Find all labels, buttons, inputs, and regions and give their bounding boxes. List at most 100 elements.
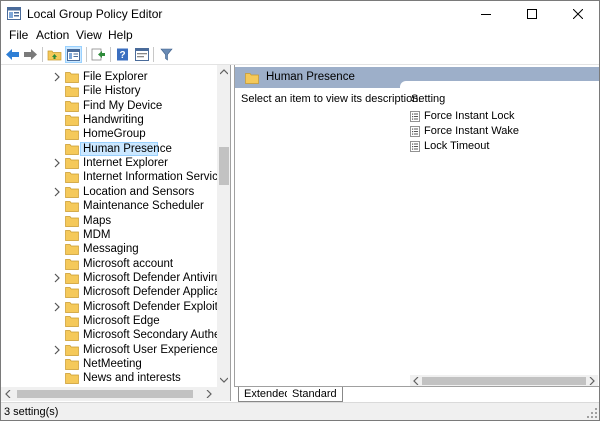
tree-item[interactable]: Microsoft account xyxy=(1,257,217,271)
export-list-icon xyxy=(91,48,105,61)
scroll-right-icon[interactable] xyxy=(588,377,596,385)
tree-item[interactable]: Messaging xyxy=(1,242,217,256)
export-list-button[interactable] xyxy=(90,46,107,63)
maximize-button[interactable] xyxy=(509,1,555,26)
menu-action[interactable]: Action xyxy=(36,28,69,42)
folder-icon xyxy=(65,72,79,83)
tree-item[interactable]: Human Presence xyxy=(1,141,217,156)
chevron-right-icon[interactable] xyxy=(52,157,62,169)
tree-item-label: Handwriting xyxy=(83,114,144,127)
tree-item[interactable]: Microsoft Defender Application Guard xyxy=(1,285,217,299)
folder-icon xyxy=(65,301,79,313)
filter-button[interactable] xyxy=(158,46,175,63)
back-arrow-icon xyxy=(6,49,19,60)
group-policy-app-icon xyxy=(7,7,21,20)
chevron-right-icon[interactable] xyxy=(52,186,62,198)
show-hide-tree-button[interactable] xyxy=(65,46,82,63)
tree-item[interactable]: File History xyxy=(1,84,217,98)
tree-item[interactable]: News and interests xyxy=(1,371,217,385)
menu-bar: File Action View Help xyxy=(1,26,599,45)
back-button[interactable] xyxy=(4,46,21,63)
up-one-level-button[interactable] xyxy=(46,46,63,63)
details-header-title: Human Presence xyxy=(266,71,355,83)
tree-item[interactable]: Handwriting xyxy=(1,113,217,127)
details-pane: Human Presence Select an item to view it… xyxy=(234,65,599,401)
tree-item[interactable]: Internet Explorer xyxy=(1,156,217,170)
tree-item-label: Microsoft account xyxy=(83,257,174,270)
tree-item-label: NetMeeting xyxy=(83,358,142,370)
tree-item-label: Location and Sensors xyxy=(83,185,195,198)
folder-icon xyxy=(65,258,79,270)
title-bar[interactable]: Local Group Policy Editor xyxy=(1,1,599,26)
folder-icon xyxy=(245,73,259,84)
scroll-corner xyxy=(217,387,230,401)
menu-view[interactable]: View xyxy=(76,28,102,42)
tree-item-label: Internet Information Services xyxy=(83,171,217,184)
tree-item[interactable]: Microsoft User Experience Virtualization xyxy=(1,343,217,357)
scroll-left-icon[interactable] xyxy=(412,377,420,385)
tree-item[interactable]: Location and Sensors xyxy=(1,185,217,199)
scroll-down-icon[interactable] xyxy=(220,376,228,384)
tree-item-label: Microsoft Defender Antivirus xyxy=(83,271,217,284)
menu-help[interactable]: Help xyxy=(108,28,133,42)
status-text: 3 setting(s) xyxy=(4,406,59,418)
chevron-right-icon[interactable] xyxy=(52,272,62,284)
tree-item-label: Maps xyxy=(83,214,112,227)
chevron-right-icon[interactable] xyxy=(52,301,62,313)
close-button[interactable] xyxy=(555,1,599,26)
properties-button[interactable] xyxy=(133,46,150,63)
chevron-right-icon[interactable] xyxy=(52,71,62,83)
folder-icon xyxy=(65,86,79,98)
setting-row[interactable]: Force Instant Wake xyxy=(410,124,590,139)
forward-button[interactable] xyxy=(22,46,39,63)
tree-item[interactable]: MDM xyxy=(1,228,217,242)
policy-setting-icon xyxy=(410,111,420,122)
app-window: Local Group Policy Editor File Action Vi… xyxy=(0,0,600,421)
description-text: Select an item to view its description. xyxy=(241,93,422,105)
policy-setting-icon xyxy=(410,141,420,152)
folder-icon xyxy=(65,172,79,184)
tree-item[interactable]: Maintenance Scheduler xyxy=(1,199,217,213)
details-horizontal-scroll-thumb[interactable] xyxy=(422,377,586,385)
scroll-right-icon[interactable] xyxy=(205,390,213,398)
tree-item[interactable]: Microsoft Defender Antivirus xyxy=(1,271,217,285)
help-button[interactable]: ? xyxy=(114,46,131,63)
folder-icon xyxy=(65,100,79,112)
tree-horizontal-scrollbar[interactable] xyxy=(1,387,217,401)
tree-item[interactable]: Internet Information Services xyxy=(1,170,217,184)
tree-item-label: Messaging xyxy=(83,243,139,256)
tree-vertical-scrollbar[interactable] xyxy=(217,65,230,387)
chevron-right-icon[interactable] xyxy=(52,344,62,356)
tree-item-label: Microsoft Defender Exploit Guard xyxy=(83,300,217,313)
tree-item[interactable]: NetMeeting xyxy=(1,357,217,371)
resize-grip-icon[interactable] xyxy=(587,408,597,418)
setting-column-header[interactable]: Setting xyxy=(411,93,445,105)
minimize-button[interactable] xyxy=(463,1,509,26)
folder-icon xyxy=(65,316,79,327)
tree-item[interactable]: Find My Device xyxy=(1,99,217,113)
tree-item[interactable]: HomeGroup xyxy=(1,127,217,141)
setting-row[interactable]: Lock Timeout xyxy=(410,139,590,154)
tab-standard[interactable]: Standard xyxy=(287,387,343,402)
setting-label: Force Instant Wake xyxy=(424,125,519,137)
tree-item-label: HomeGroup xyxy=(83,128,146,141)
tree-item[interactable]: File Explorer xyxy=(1,70,217,84)
tree-item-label: Human Presence xyxy=(83,142,172,155)
tree-vertical-scroll-thumb[interactable] xyxy=(219,147,229,185)
tree-horizontal-scroll-thumb[interactable] xyxy=(17,390,193,398)
tree-item[interactable]: Microsoft Defender Exploit Guard xyxy=(1,300,217,314)
setting-label: Lock Timeout xyxy=(424,140,490,152)
folder-up-icon xyxy=(47,50,62,61)
window-title: Local Group Policy Editor xyxy=(27,7,163,21)
tree-item[interactable]: Maps xyxy=(1,214,217,228)
scroll-left-icon[interactable] xyxy=(4,390,12,398)
menu-file[interactable]: File xyxy=(9,28,28,42)
header-notch xyxy=(400,81,599,88)
tree-item[interactable]: Microsoft Edge xyxy=(1,314,217,328)
scroll-up-icon[interactable] xyxy=(220,68,228,76)
details-header: Human Presence xyxy=(235,67,599,88)
policy-tree[interactable]: File Explorer File History Find My Device H… xyxy=(1,67,217,389)
setting-row[interactable]: Force Instant Lock xyxy=(410,109,590,124)
folder-icon xyxy=(65,115,79,126)
tree-item[interactable]: Microsoft Secondary Authentication Facto… xyxy=(1,328,217,342)
